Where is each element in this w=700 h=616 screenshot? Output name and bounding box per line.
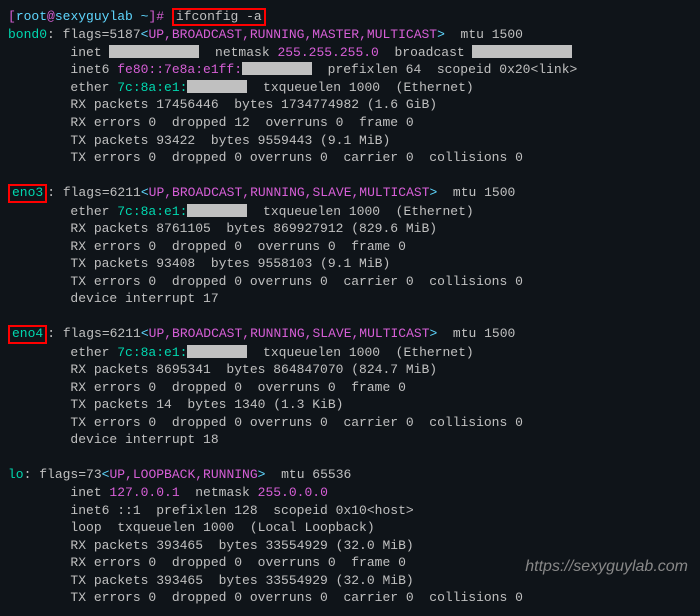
eno4-txe: TX errors 0 dropped 0 overruns 0 carrier…: [8, 414, 692, 432]
eno4-rxe: RX errors 0 dropped 0 overruns 0 frame 0: [8, 379, 692, 397]
flags: UP,LOOPBACK,RUNNING: [109, 467, 257, 482]
terminal-output: [root@sexyguylab ~]# ifconfig -a bond0: …: [8, 8, 692, 607]
eno3-header: eno3: flags=6211<UP,BROADCAST,RUNNING,SL…: [8, 184, 692, 202]
iface-highlight: eno4: [8, 325, 47, 343]
iface-name: lo: [8, 467, 24, 482]
gt: >: [437, 27, 445, 42]
eno4-header: eno4: flags=6211<UP,BROADCAST,RUNNING,SL…: [8, 325, 692, 343]
bond0-rxe: RX errors 0 dropped 12 overruns 0 frame …: [8, 114, 692, 132]
iface-highlight: eno3: [8, 184, 47, 202]
redacted-ip: [109, 45, 199, 58]
redacted-bcast: [472, 45, 572, 58]
mac: 7c:8a:e1:: [117, 345, 187, 360]
eno3-irq: device interrupt 17: [8, 290, 692, 308]
at: @: [47, 9, 55, 24]
bond0-header: bond0: flags=5187<UP,BROADCAST,RUNNING,M…: [8, 26, 692, 44]
flags: UP,BROADCAST,RUNNING,SLAVE,MULTICAST: [149, 185, 430, 200]
hash: #: [156, 9, 172, 24]
netmask: 255.255.255.0: [277, 45, 378, 60]
inet: 127.0.0.1: [109, 485, 179, 500]
lo-rxp: RX packets 393465 bytes 33554929 (32.0 M…: [8, 537, 692, 555]
bond0-txe: TX errors 0 dropped 0 overruns 0 carrier…: [8, 149, 692, 167]
lo-inet: inet 127.0.0.1 netmask 255.0.0.0: [8, 484, 692, 502]
command: ifconfig -a: [176, 9, 262, 24]
eno4-txp: TX packets 14 bytes 1340 (1.3 KiB): [8, 396, 692, 414]
redacted-mac: [187, 204, 247, 217]
bond0-ether: ether 7c:8a:e1: txqueuelen 1000 (Etherne…: [8, 79, 692, 97]
mac: 7c:8a:e1:: [117, 80, 187, 95]
redacted-mac: [187, 80, 247, 93]
path: ~: [133, 9, 149, 24]
bracket: [: [8, 9, 16, 24]
iface-name: eno4: [12, 326, 43, 341]
eno3-rxp: RX packets 8761105 bytes 869927912 (829.…: [8, 220, 692, 238]
flags: UP,BROADCAST,RUNNING,SLAVE,MULTICAST: [149, 326, 430, 341]
bond0-rxp: RX packets 17456446 bytes 1734774982 (1.…: [8, 96, 692, 114]
prompt-line[interactable]: [root@sexyguylab ~]# ifconfig -a: [8, 8, 692, 26]
eno4-ether: ether 7c:8a:e1: txqueuelen 1000 (Etherne…: [8, 344, 692, 362]
eno3-ether: ether 7c:8a:e1: txqueuelen 1000 (Etherne…: [8, 203, 692, 221]
lo-inet6: inet6 ::1 prefixlen 128 scopeid 0x10<hos…: [8, 502, 692, 520]
iface-name: eno3: [12, 185, 43, 200]
lo-txe: TX errors 0 dropped 0 overruns 0 carrier…: [8, 589, 692, 607]
inet6: fe80::7e8a:e1ff:: [117, 62, 242, 77]
iface-name: bond0: [8, 27, 47, 42]
eno4-rxp: RX packets 8695341 bytes 864847070 (824.…: [8, 361, 692, 379]
command-highlight: ifconfig -a: [172, 8, 266, 26]
lo-loop: loop txqueuelen 1000 (Local Loopback): [8, 519, 692, 537]
hostname: sexyguylab: [55, 9, 133, 24]
eno3-rxe: RX errors 0 dropped 0 overruns 0 frame 0: [8, 238, 692, 256]
netmask: 255.0.0.0: [258, 485, 328, 500]
lo-header: lo: flags=73<UP,LOOPBACK,RUNNING> mtu 65…: [8, 466, 692, 484]
bond0-inet: inet netmask 255.255.255.0 broadcast: [8, 44, 692, 62]
redacted-inet6: [242, 62, 312, 75]
mac: 7c:8a:e1:: [117, 204, 187, 219]
flags: UP,BROADCAST,RUNNING,MASTER,MULTICAST: [148, 27, 437, 42]
bond0-inet6: inet6 fe80::7e8a:e1ff: prefixlen 64 scop…: [8, 61, 692, 79]
redacted-mac: [187, 345, 247, 358]
user: root: [16, 9, 47, 24]
watermark: https://sexyguylab.com: [525, 556, 688, 578]
eno4-irq: device interrupt 18: [8, 431, 692, 449]
eno3-txe: TX errors 0 dropped 0 overruns 0 carrier…: [8, 273, 692, 291]
bond0-txp: TX packets 93422 bytes 9559443 (9.1 MiB): [8, 132, 692, 150]
eno3-txp: TX packets 93408 bytes 9558103 (9.1 MiB): [8, 255, 692, 273]
